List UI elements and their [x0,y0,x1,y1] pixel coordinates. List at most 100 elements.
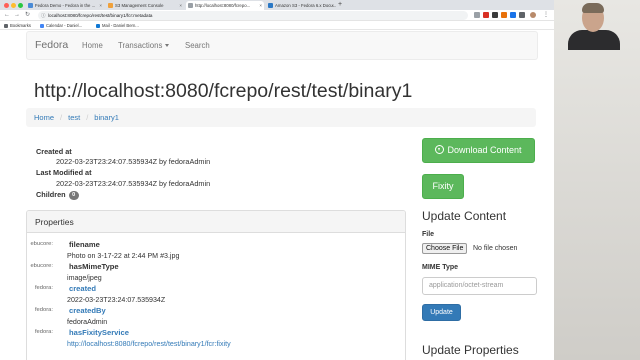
bookmark-item[interactable]: Mail - Daniel Bern... [96,21,139,30]
property-value: Photo on 3-17-22 at 2:44 PM #3.jpg [67,252,180,260]
back-arrow-icon[interactable]: ← [4,10,10,21]
tab-title: http://localhost:8080/fcrepo... [195,3,251,8]
brand-link[interactable]: Fedora [35,32,68,59]
nav-home-link[interactable]: Home [82,32,103,59]
webcam-background [554,0,640,360]
children-count-badge: 0 [68,190,79,200]
nav-transactions-label: Transactions [118,41,163,50]
choose-file-button[interactable]: Choose File [422,243,468,254]
modified-value: 2022-03-23T23:24:07.535934Z by fedoraAdm… [56,179,211,188]
bookmark-icon [4,23,8,28]
close-tab-icon[interactable]: × [179,1,182,10]
created-label: Created at [36,147,72,156]
property-name[interactable]: hasFixityService [69,328,129,337]
bookmark-icon [40,23,44,28]
maximize-window-icon[interactable] [18,3,23,8]
property-value: fedoraAdmin [67,318,108,326]
nav-search-link[interactable]: Search [185,32,210,59]
breadcrumb: Home / test / binary1 [26,108,536,127]
close-tab-icon[interactable]: × [259,1,262,10]
browser-tab[interactable]: http://localhost:8080/fcrepo... × [186,1,264,10]
modified-label: Last Modified at [36,168,92,177]
browser-tab[interactable]: Fedora Demo - Fedora in the ... × [26,1,104,10]
site-navbar: Fedora Home Transactions Search [26,31,538,60]
mime-type-label: MIME Type [422,264,459,271]
puzzle-icon[interactable] [519,12,525,18]
address-bar-row: ← → ↻ ⓘ localhost:8080/fcrepo/rest/test/… [0,10,554,21]
tab-title: Amazon S3 - Fedora 6.x Docu... [275,3,336,8]
property-name: filename [69,240,100,249]
extension-icon[interactable] [483,12,489,18]
bookmark-item[interactable]: Bookmarks [4,21,31,30]
presenter-hair [582,3,604,13]
favicon-icon [268,3,273,8]
breadcrumb-home[interactable]: Home [34,113,54,122]
bookmark-item[interactable]: Calendar - Daniel... [40,21,82,30]
bookmark-label: Bookmarks [10,23,31,28]
webcam-overlay [554,0,640,360]
close-tab-icon[interactable]: × [99,1,102,10]
file-label: File [422,231,435,238]
close-tab-icon[interactable]: × [331,1,334,10]
web-page: Fedora Home Transactions Search http://l… [0,30,554,360]
property-value[interactable]: http://localhost:8080/fcrepo/rest/test/b… [67,340,231,348]
tab-bar: Fedora Demo - Fedora in the ... × S3 Manag… [0,0,554,10]
property-namespace: ebucore: [30,241,53,247]
browser-tab[interactable]: Amazon S3 - Fedora 6.x Docu... × [266,1,336,10]
favicon-icon [28,3,33,8]
property-namespace: fedora: [34,307,53,313]
property-name[interactable]: created [69,284,96,293]
property-namespace: fedora: [34,329,53,335]
property-namespace: ebucore: [30,263,53,269]
tab-title: Fedora Demo - Fedora in the ... [35,3,96,8]
update-content-heading: Update Content [422,209,507,223]
breadcrumb-separator: / [86,113,89,122]
property-value: image/jpeg [67,274,102,282]
minimize-window-icon[interactable] [11,3,16,8]
created-value: 2022-03-23T23:24:07.535934Z by fedoraAdm… [56,157,211,166]
nav-transactions-dropdown[interactable]: Transactions [118,32,170,59]
caret-down-icon [165,44,170,48]
bookmark-icon [96,23,100,28]
fixity-button[interactable]: Fixity [422,174,464,199]
favicon-icon [188,3,193,8]
forward-arrow-icon[interactable]: → [14,10,20,21]
download-label: Download Content [447,145,522,155]
url-input[interactable]: ⓘ localhost:8080/fcrepo/rest/test/binary… [38,11,468,20]
profile-avatar[interactable] [530,12,536,18]
reload-icon[interactable]: ↻ [25,10,30,21]
page-title: http://localhost:8080/fcrepo/rest/test/b… [34,80,413,102]
update-button[interactable]: Update [422,304,461,321]
breadcrumb-binary1[interactable]: binary1 [94,113,119,122]
extension-icon[interactable] [492,12,498,18]
property-value: 2022-03-23T23:24:07.535934Z [67,296,166,304]
browser-window: Fedora Demo - Fedora in the ... × S3 Manag… [0,0,554,360]
property-name[interactable]: createdBy [69,306,106,315]
kebab-menu-icon[interactable]: ⋮ [543,10,549,21]
mime-type-input[interactable]: application/octet-stream [422,277,537,295]
presenter-body [568,30,620,50]
properties-heading: Properties [27,211,405,233]
close-window-icon[interactable] [4,3,9,8]
bookmarks-bar: Bookmarks Calendar - Daniel... Mail - Dani… [0,21,554,30]
tab-title: S3 Management Console [115,3,164,8]
properties-panel: Properties ebucore: filename Photo on 3-17… [26,210,406,360]
browser-tab[interactable]: S3 Management Console × [106,1,184,10]
share-icon[interactable] [474,12,480,18]
children-row: Children 0 [36,190,79,200]
info-icon[interactable]: ⓘ [41,11,46,20]
download-content-button[interactable]: Download Content [422,138,535,163]
url-text: localhost:8080/fcrepo/rest/test/binary1/… [48,13,153,18]
update-properties-heading: Update Properties [422,343,519,357]
children-label: Children [36,190,66,199]
extension-icon[interactable] [510,12,516,18]
new-tab-button[interactable]: + [338,0,342,10]
extension-icon[interactable] [501,12,507,18]
property-namespace: fedora: [34,285,53,291]
bookmark-label: Calendar - Daniel... [46,23,83,28]
breadcrumb-test[interactable]: test [68,113,80,122]
favicon-icon [108,3,113,8]
bookmark-label: Mail - Daniel Bern... [102,23,139,28]
property-name: hasMimeType [69,262,119,271]
no-file-chosen-text: No file chosen [473,245,518,252]
